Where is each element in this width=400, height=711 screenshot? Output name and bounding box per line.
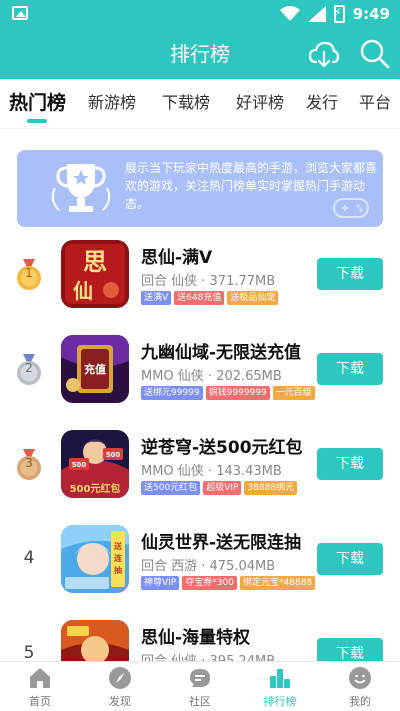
search-icon[interactable] <box>359 38 391 70</box>
status-bar: 9:49 <box>0 0 400 28</box>
wifi-icon <box>279 6 300 21</box>
nav-home[interactable]: 首页 <box>0 662 80 711</box>
ranking-tabs: 热门榜 新游榜 下载榜 好评榜 发行 平台 <box>0 79 400 129</box>
app-meta: 回合 仙侠 · 371.77MB <box>141 274 276 289</box>
nav-label: 社区 <box>189 695 211 708</box>
bottom-navigation: 首页 发现 社区 排行榜 我的 <box>0 661 400 711</box>
app-icon-sixian[interactable]: 思 仙 <box>61 240 129 308</box>
app-name[interactable]: 九幽仙域-无限送充值 <box>141 338 301 363</box>
rank-number: 5 <box>23 643 35 663</box>
tag: 送500元红包 <box>141 481 201 495</box>
tag: 送648充值 <box>174 291 225 305</box>
nav-profile[interactable]: 我的 <box>320 662 400 711</box>
status-time: 9:49 <box>352 5 390 23</box>
svg-text:连: 连 <box>114 553 123 563</box>
tab-platform[interactable]: 平台 <box>359 89 391 113</box>
svg-text:送: 送 <box>113 541 123 551</box>
tab-publish[interactable]: 发行 <box>306 89 338 113</box>
svg-text:500元红包: 500元红包 <box>70 482 121 495</box>
app-meta: 回合 西游 · 475.04MB <box>141 559 276 574</box>
ranking-row[interactable]: 4 送 连 抽 仙灵世界-送无限连抽 回合 西游 · 475.04MB 神尊VI… <box>0 518 400 613</box>
home-icon <box>30 668 50 688</box>
app-name[interactable]: 逆苍穹-送500元红包 <box>141 433 303 458</box>
tag: 送满V <box>141 291 172 305</box>
app-name[interactable]: 思仙-满V <box>141 243 212 268</box>
app-icon-nicangqiong[interactable]: 500 500 500元红包 <box>61 430 129 498</box>
app-tags: 神尊VIP 夺宝券*300 绑定元宝*48888 <box>141 576 316 590</box>
gamepad-icon <box>333 198 369 218</box>
nav-label: 排行榜 <box>263 695 297 708</box>
cloud-download-icon[interactable] <box>308 38 340 70</box>
download-button[interactable]: 下载 <box>317 258 383 290</box>
svg-text:抽: 抽 <box>114 565 122 575</box>
app-icon-jiuyou[interactable]: 充值 <box>61 335 129 403</box>
rank-number: 3 <box>25 456 33 470</box>
svg-text:500: 500 <box>106 451 121 459</box>
app-name[interactable]: 仙灵世界-送无限连抽 <box>141 528 301 553</box>
trophy-icon <box>51 164 111 212</box>
nav-label: 发现 <box>109 695 131 708</box>
rank-number: 4 <box>23 548 35 568</box>
ranking-row[interactable]: 3 500 500 500元红包 逆苍穹-送500元红包 MMO 仙侠 · 14… <box>0 423 400 518</box>
gallery-notification-icon <box>12 6 28 20</box>
nav-community[interactable]: 社区 <box>160 662 240 711</box>
svg-text:充值: 充值 <box>84 362 106 376</box>
download-button[interactable]: 下载 <box>317 543 383 575</box>
tab-hot[interactable]: 热门榜 <box>9 88 66 115</box>
app-tags: 送500元红包 超级VIP 38888绑元 <box>141 481 298 495</box>
community-icon <box>190 669 210 687</box>
app-meta: MMO 仙侠 · 143.43MB <box>141 464 282 479</box>
signal-icon <box>307 6 326 22</box>
active-tab-indicator <box>27 119 47 123</box>
page-title: 排行榜 <box>170 42 230 66</box>
download-button[interactable]: 下载 <box>317 353 383 385</box>
nav-ranking[interactable]: 排行榜 <box>240 662 320 711</box>
ranking-description-banner: 展示当下玩家中热度最高的手游，浏览大家都喜欢的游戏，关注热门榜单实时掌握热门手游… <box>17 150 383 227</box>
tag: 神尊VIP <box>141 576 180 590</box>
tag: 一元百级 <box>272 386 315 400</box>
app-meta: MMO 仙侠 · 202.65MB <box>141 369 282 384</box>
ranking-row[interactable]: 2 充值 九幽仙域-无限送充值 MMO 仙侠 · 202.65MB 送绑元999… <box>0 328 400 423</box>
top-app-bar: 9:49 排行榜 <box>0 0 400 79</box>
ranking-icon <box>270 669 290 688</box>
tag: 送极品仙宠 <box>227 291 279 305</box>
tag: 绑定元宝*48888 <box>239 576 316 590</box>
battery-icon <box>333 5 345 23</box>
app-icon-xianling[interactable]: 送 连 抽 <box>61 525 129 593</box>
tab-downloads[interactable]: 下载榜 <box>162 89 210 113</box>
ranking-row[interactable]: 1 思 仙 思仙-满V 回合 仙侠 · 371.77MB 送满V 送648充值 … <box>0 233 400 328</box>
compass-icon <box>109 667 131 689</box>
svg-text:思: 思 <box>83 248 107 276</box>
tag: 铜钱9999999 <box>205 386 270 400</box>
rank-number: 2 <box>25 361 33 375</box>
app-tags: 送满V 送648充值 送极品仙宠 <box>141 291 279 305</box>
tab-new[interactable]: 新游榜 <box>88 89 136 113</box>
svg-text:仙: 仙 <box>73 279 93 303</box>
tag: 送绑元99999 <box>141 386 203 400</box>
tab-top-rated[interactable]: 好评榜 <box>236 89 284 113</box>
download-button[interactable]: 下载 <box>317 448 383 480</box>
app-name[interactable]: 思仙-海量特权 <box>141 623 250 648</box>
app-tags: 送绑元99999 铜钱9999999 一元百级 <box>141 386 315 400</box>
nav-discover[interactable]: 发现 <box>80 662 160 711</box>
tag: 夺宝券*300 <box>182 576 237 590</box>
rank-number: 1 <box>25 266 33 280</box>
tag: 超级VIP <box>203 481 242 495</box>
nav-label: 我的 <box>349 695 371 708</box>
tag: 38888绑元 <box>244 481 298 495</box>
profile-icon <box>349 667 371 689</box>
svg-text:500: 500 <box>72 461 87 469</box>
nav-label: 首页 <box>29 695 51 708</box>
